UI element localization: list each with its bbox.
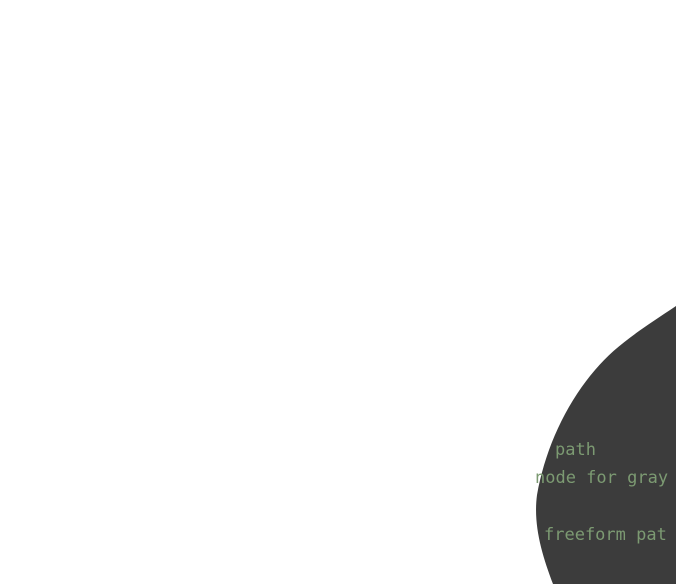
- code-line-path: path: [555, 440, 596, 460]
- dark-rounded-panel: [536, 306, 676, 584]
- code-line-freeform-pat: freeform pat: [544, 525, 667, 545]
- code-line-node-for-gray: node for gray: [535, 468, 669, 488]
